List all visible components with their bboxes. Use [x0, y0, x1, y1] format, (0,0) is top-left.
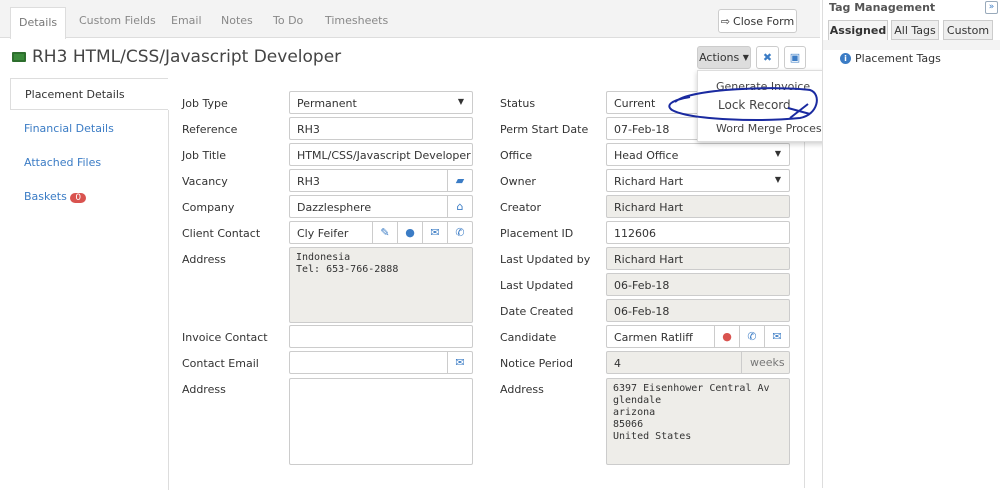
label-address-2: Address: [182, 383, 226, 396]
label-creator: Creator: [500, 201, 542, 214]
nav-item-placement-details[interactable]: Placement Details: [10, 78, 168, 110]
last-updated-field: 06-Feb-18: [606, 273, 790, 296]
actions-button[interactable]: Actions ▼: [697, 46, 751, 69]
label-status: Status: [500, 97, 536, 110]
label-candidate-address: Address: [500, 383, 544, 396]
baskets-badge: 0: [70, 193, 87, 203]
briefcase-icon[interactable]: ▰: [447, 170, 472, 191]
tab-custom-fields[interactable]: Custom Fields: [79, 14, 156, 27]
label-address: Address: [182, 253, 226, 266]
delete-button[interactable]: ✖: [756, 46, 779, 69]
nav-divider: [168, 110, 169, 490]
nav-item-financial-details[interactable]: Financial Details: [24, 122, 114, 135]
notice-period-unit: weeks: [741, 352, 789, 373]
handwritten-annotation: [668, 87, 818, 121]
vacancy-input[interactable]: RH3 ▰: [289, 169, 473, 192]
creator-field: Richard Hart: [606, 195, 790, 218]
label-contact-email: Contact Email: [182, 357, 259, 370]
label-notice-period: Notice Period: [500, 357, 573, 370]
tag-tab-custom[interactable]: Custom: [943, 20, 993, 40]
close-form-button[interactable]: ⇨ Close Form: [718, 9, 797, 33]
nav-item-attached-files[interactable]: Attached Files: [24, 156, 101, 169]
owner-select[interactable]: Richard Hart ▼: [606, 169, 790, 192]
address-textarea[interactable]: Indonesia Tel: 653-766-2888: [289, 247, 473, 323]
money-icon: [12, 52, 26, 62]
user-icon[interactable]: ●: [397, 222, 422, 243]
candidate-input[interactable]: Carmen Ratliff ● ✆ ✉: [606, 325, 790, 348]
label-last-updated-by: Last Updated by: [500, 253, 591, 266]
exit-icon: ⇨: [720, 14, 731, 28]
floppy-icon: ▣: [789, 51, 801, 64]
info-icon: i: [840, 52, 851, 64]
page-title: RH3 HTML/CSS/Javascript Developer: [12, 47, 341, 67]
envelope-icon[interactable]: ✉: [422, 222, 447, 243]
label-job-title: Job Title: [182, 149, 227, 162]
edit-icon[interactable]: ✎: [372, 222, 397, 243]
label-date-created: Date Created: [500, 305, 574, 318]
caret-down-icon: ▼: [774, 149, 781, 158]
phone-icon[interactable]: ✆: [739, 326, 764, 347]
tab-email[interactable]: Email: [171, 14, 202, 27]
date-created-field: 06-Feb-18: [606, 299, 790, 322]
address-2-textarea[interactable]: [289, 378, 473, 465]
invoice-contact-input[interactable]: [289, 325, 473, 348]
nav-item-baskets[interactable]: Baskets 0: [24, 190, 87, 203]
tab-notes[interactable]: Notes: [221, 14, 253, 27]
user-icon[interactable]: ●: [714, 326, 739, 347]
label-client-contact: Client Contact: [182, 227, 261, 240]
tag-tab-all-tags[interactable]: All Tags: [891, 20, 939, 40]
label-reference: Reference: [182, 123, 238, 136]
tab-details[interactable]: Details: [10, 7, 66, 39]
notice-period-field: 4 weeks: [606, 351, 790, 374]
last-updated-by-field: Richard Hart: [606, 247, 790, 270]
contact-email-input[interactable]: ✉: [289, 351, 473, 374]
label-perm-start-date: Perm Start Date: [500, 123, 589, 136]
label-candidate: Candidate: [500, 331, 557, 344]
label-last-updated: Last Updated: [500, 279, 574, 292]
collapse-panel-icon[interactable]: »: [985, 1, 998, 14]
label-owner: Owner: [500, 175, 536, 188]
tab-to-do[interactable]: To Do: [273, 14, 303, 27]
save-button[interactable]: ▣: [784, 46, 806, 69]
panel-title: Tag Management: [829, 1, 936, 14]
placement-tags-header[interactable]: i Placement Tags: [823, 50, 1000, 66]
label-job-type: Job Type: [182, 97, 228, 110]
envelope-icon[interactable]: ✉: [764, 326, 789, 347]
x-icon: ✖: [762, 51, 773, 64]
candidate-address-textarea[interactable]: 6397 Eisenhower Central Av glendale ariz…: [606, 378, 790, 465]
tag-management-panel: Tag Management » Assigned All Tags Custo…: [822, 0, 1000, 488]
job-title-input[interactable]: HTML/CSS/Javascript Developer: [289, 143, 473, 166]
label-vacancy: Vacancy: [182, 175, 228, 188]
job-type-select[interactable]: Permanent ▼: [289, 91, 473, 114]
company-input[interactable]: Dazzlesphere ⌂: [289, 195, 473, 218]
reference-input[interactable]: RH3: [289, 117, 473, 140]
tab-timesheets[interactable]: Timesheets: [325, 14, 388, 27]
placement-id-field[interactable]: 112606: [606, 221, 790, 244]
label-invoice-contact: Invoice Contact: [182, 331, 268, 344]
side-nav: Placement Details Financial Details Atta…: [10, 78, 169, 490]
home-icon[interactable]: ⌂: [447, 196, 472, 217]
phone-icon[interactable]: ✆: [447, 222, 472, 243]
label-company: Company: [182, 201, 235, 214]
envelope-icon[interactable]: ✉: [447, 352, 472, 373]
tag-tab-assigned[interactable]: Assigned: [828, 20, 888, 40]
caret-down-icon: ▼: [457, 97, 464, 106]
label-placement-id: Placement ID: [500, 227, 574, 240]
office-select[interactable]: Head Office ▼: [606, 143, 790, 166]
label-office: Office: [500, 149, 533, 162]
client-contact-input[interactable]: Cly Feifer ✎ ● ✉ ✆: [289, 221, 473, 244]
caret-down-icon: ▼: [774, 175, 781, 184]
tab-bar: Details Custom Fields Email Notes To Do …: [0, 0, 820, 39]
caret-down-icon: ▼: [742, 53, 749, 62]
